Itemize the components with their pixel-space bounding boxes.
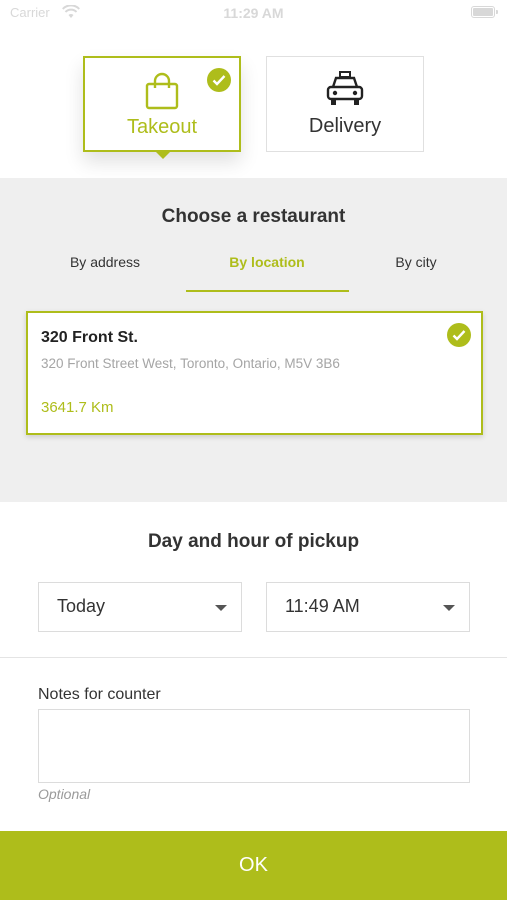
ok-button[interactable]: OK xyxy=(0,831,507,900)
pickup-section-title: Day and hour of pickup xyxy=(147,531,360,552)
notes-label: Notes for counter xyxy=(38,686,161,703)
section-divider xyxy=(0,657,507,658)
restaurant-check-icon xyxy=(447,323,471,347)
delivery-label: Delivery xyxy=(308,115,382,137)
pickup-section: Day and hour of pickup Today 11:49 AM xyxy=(0,502,507,657)
pickup-hour-value: 11:49 AM xyxy=(285,596,360,616)
tab-by-location[interactable]: By location xyxy=(182,254,352,270)
order-screen: Carrier 11:29 AM Takeout Delivery Choose… xyxy=(0,0,507,900)
delivery-option[interactable]: Delivery xyxy=(266,56,424,152)
restaurant-section-title: Choose a restaurant xyxy=(161,206,346,227)
chevron-down-icon xyxy=(215,605,227,611)
tab-by-city[interactable]: By city xyxy=(331,254,501,270)
shopping-bag-icon xyxy=(144,72,180,115)
restaurant-address: 320 Front Street West, Toronto, Ontario,… xyxy=(41,356,340,371)
takeout-option[interactable]: Takeout xyxy=(83,56,241,159)
selected-check-icon xyxy=(207,68,231,92)
taxi-icon xyxy=(325,71,365,112)
notes-hint: Optional xyxy=(38,786,91,802)
pickup-day-select[interactable]: Today xyxy=(38,582,242,632)
order-type-section: Takeout Delivery xyxy=(0,26,507,178)
clock: 11:29 AM xyxy=(223,5,284,21)
takeout-label: Takeout xyxy=(126,116,198,138)
chevron-down-icon xyxy=(443,605,455,611)
restaurant-card[interactable]: 320 Front St. 320 Front Street West, Tor… xyxy=(26,311,483,435)
restaurant-section: Choose a restaurant By address By locati… xyxy=(0,178,507,502)
tab-by-address[interactable]: By address xyxy=(20,254,190,270)
restaurant-distance: 3641.7 Km xyxy=(41,399,114,416)
active-tab-indicator xyxy=(186,290,349,292)
restaurant-tabs: By address By location By city xyxy=(0,246,507,292)
pickup-hour-select[interactable]: 11:49 AM xyxy=(266,582,470,632)
notes-input[interactable] xyxy=(38,709,470,783)
pickup-day-value: Today xyxy=(57,596,106,616)
battery-icon xyxy=(471,6,498,18)
restaurant-name: 320 Front St. xyxy=(41,329,138,346)
status-bar: Carrier 11:29 AM xyxy=(0,0,507,26)
